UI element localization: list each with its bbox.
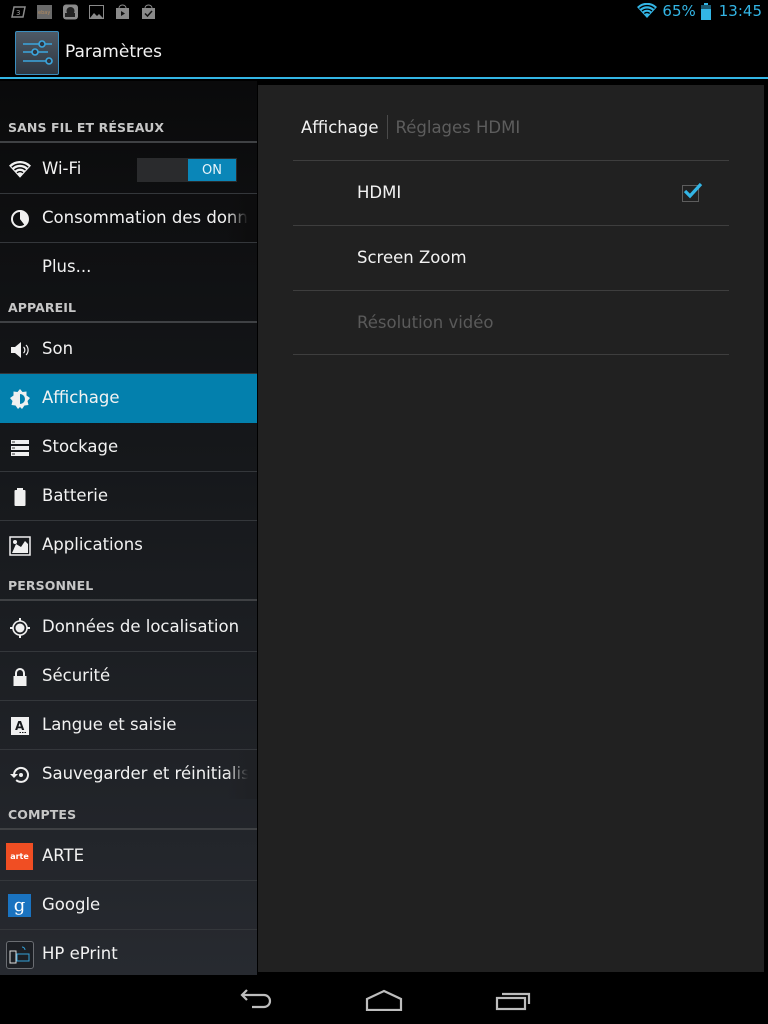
breadcrumb-parent[interactable]: Affichage bbox=[301, 118, 379, 137]
pref-title: Screen Zoom bbox=[357, 248, 467, 267]
svg-text:A: A bbox=[15, 719, 25, 733]
location-icon bbox=[8, 616, 32, 640]
breadcrumb: Affichage Réglages HDMI bbox=[301, 115, 520, 139]
sidebar-item-backup-reset[interactable]: Sauvegarder et réinitialiser bbox=[0, 750, 257, 799]
pref-title: HDMI bbox=[357, 183, 402, 202]
sidebar-item-label: Applications bbox=[42, 535, 143, 554]
sidebar-item-label: Affichage bbox=[42, 388, 120, 407]
pref-screen-zoom[interactable]: Screen Zoom bbox=[293, 225, 729, 290]
wifi-toggle[interactable]: ON bbox=[137, 158, 237, 182]
checkmark-icon bbox=[683, 182, 703, 199]
wifi-signal-icon bbox=[637, 3, 658, 18]
battery-icon bbox=[700, 2, 711, 20]
sd-card-icon: 3 bbox=[11, 6, 26, 18]
section-header-wireless: SANS FIL ET RÉSEAUX bbox=[0, 111, 257, 143]
sidebar-item-battery[interactable]: Batterie bbox=[0, 472, 257, 521]
sidebar-item-label: ARTE bbox=[42, 846, 85, 865]
google-logo-icon: g bbox=[8, 894, 31, 917]
action-bar: Paramètres bbox=[0, 25, 768, 79]
hdmi-settings-panel: Affichage Réglages HDMI HDMI Screen Zoom… bbox=[258, 85, 764, 972]
back-icon bbox=[240, 989, 272, 1009]
system-indicators: 65% 13:45 bbox=[637, 2, 762, 20]
sidebar-item-label: Langue et saisie bbox=[42, 715, 177, 734]
back-button[interactable] bbox=[226, 983, 286, 1017]
sidebar-item-account-google[interactable]: g Google bbox=[0, 881, 257, 930]
data-usage-icon bbox=[8, 207, 32, 231]
notification-icons: 3 ebay bbox=[10, 4, 157, 20]
wifi-toggle-on: ON bbox=[188, 159, 236, 181]
sidebar-item-label: Sauvegarder et réinitialiser bbox=[42, 764, 257, 783]
clock: 13:45 bbox=[718, 2, 762, 20]
sidebar-item-wifi[interactable]: Wi-Fi ON bbox=[0, 145, 257, 194]
backup-restore-icon bbox=[8, 763, 32, 787]
sidebar-item-label: HP ePrint bbox=[42, 944, 118, 963]
sidebar-item-more[interactable]: Plus... bbox=[0, 243, 257, 292]
battery-percent: 65% bbox=[662, 2, 696, 20]
sync-app-icon bbox=[63, 4, 78, 20]
recent-apps-button[interactable] bbox=[483, 983, 543, 1017]
sidebar-item-account-hp-eprint[interactable]: HP ePrint bbox=[0, 930, 257, 979]
sidebar-item-label: Wi-Fi bbox=[42, 159, 82, 178]
sidebar-item-label: Stockage bbox=[42, 437, 119, 456]
home-button[interactable] bbox=[354, 983, 414, 1017]
ebay-icon: ebay bbox=[37, 5, 52, 19]
play-store-update-icon bbox=[116, 4, 129, 19]
app-title: Paramètres bbox=[65, 42, 162, 62]
sidebar-item-label: Consommation des données bbox=[42, 208, 257, 227]
section-header-personal: PERSONNEL bbox=[0, 569, 257, 601]
status-bar: 3 ebay 65% 13:45 bbox=[0, 0, 768, 25]
battery-icon bbox=[8, 485, 32, 509]
lock-icon bbox=[8, 665, 32, 689]
sidebar-item-label: Google bbox=[42, 895, 101, 914]
applications-icon bbox=[8, 534, 32, 558]
sidebar-item-display[interactable]: Affichage bbox=[0, 374, 257, 423]
svg-text:3: 3 bbox=[16, 9, 20, 17]
sidebar-item-applications[interactable]: Applications bbox=[0, 521, 257, 570]
recent-apps-icon bbox=[495, 992, 531, 1011]
settings-sidebar: SANS FIL ET RÉSEAUX Wi-Fi ON Consommatio… bbox=[0, 81, 257, 975]
sidebar-item-label: Son bbox=[42, 339, 74, 358]
image-icon bbox=[89, 5, 104, 19]
pref-hdmi[interactable]: HDMI bbox=[293, 160, 729, 225]
sidebar-item-security[interactable]: Sécurité bbox=[0, 652, 257, 701]
wifi-icon bbox=[8, 158, 32, 182]
section-header-device: APPAREIL bbox=[0, 291, 257, 323]
sidebar-item-data-usage[interactable]: Consommation des données bbox=[0, 194, 257, 243]
pref-title: Résolution vidéo bbox=[357, 313, 494, 332]
play-store-done-icon bbox=[142, 4, 155, 19]
brightness-icon bbox=[8, 387, 32, 411]
section-header-accounts: COMPTES bbox=[0, 798, 257, 830]
sidebar-item-label: Plus... bbox=[42, 257, 92, 276]
hp-eprint-logo-icon bbox=[6, 941, 34, 969]
settings-app-icon[interactable] bbox=[15, 31, 59, 75]
pref-video-resolution: Résolution vidéo bbox=[293, 290, 729, 355]
sidebar-item-label: Batterie bbox=[42, 486, 109, 505]
svg-text:ebay: ebay bbox=[38, 10, 50, 16]
speaker-icon bbox=[8, 338, 32, 362]
home-icon bbox=[365, 989, 403, 1011]
breadcrumb-current: Réglages HDMI bbox=[395, 117, 521, 137]
breadcrumb-divider bbox=[386, 115, 388, 139]
language-keyboard-icon: A bbox=[8, 714, 32, 738]
arte-logo-icon: arte bbox=[6, 843, 33, 870]
storage-icon bbox=[8, 436, 32, 460]
hdmi-checkbox[interactable] bbox=[682, 182, 703, 202]
sidebar-item-account-arte[interactable]: arte ARTE bbox=[0, 832, 257, 881]
sidebar-item-label: Données de localisation bbox=[42, 617, 240, 636]
sliders-icon bbox=[23, 40, 53, 65]
sidebar-item-location[interactable]: Données de localisation bbox=[0, 603, 257, 652]
sidebar-item-sound[interactable]: Son bbox=[0, 325, 257, 374]
navigation-bar bbox=[0, 975, 768, 1024]
sidebar-item-storage[interactable]: Stockage bbox=[0, 423, 257, 472]
sidebar-item-language[interactable]: A Langue et saisie bbox=[0, 701, 257, 750]
sidebar-item-label: Sécurité bbox=[42, 666, 111, 685]
